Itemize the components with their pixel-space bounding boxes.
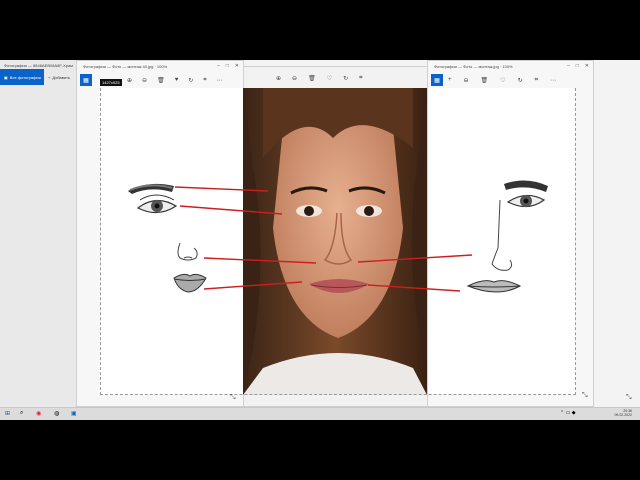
zoom-out-icon[interactable]: ⊖ [464,77,469,84]
zoom-out-icon[interactable]: ⊖ [292,75,297,82]
heart-icon[interactable]: ♡ [327,75,332,82]
tray-icons[interactable]: ⌃ ▭ ◆ [560,410,576,416]
face-features-drawing-right [428,88,576,395]
close-button[interactable]: ✕ [585,63,589,69]
window-controls-left: – □ ✕ [217,63,239,69]
lips-sketch [173,273,207,293]
portrait-photo [243,88,427,395]
zoom-in-icon[interactable]: ⊕ [127,77,132,84]
toolbar-right: + ⊖ 🗑 ♡ ↻ ⌗ ⋯ [448,73,595,87]
app-icon[interactable]: ◍ [54,410,59,417]
rotate-icon[interactable]: ↻ [343,75,348,82]
desktop-screen: Фотографии — 8548AEB08A8F-Храм ▣ Все фот… [0,60,640,420]
more-icon[interactable]: ⋯ [550,77,556,84]
chrome-icon[interactable]: ◉ [36,410,41,417]
heart-icon[interactable]: ♥ [175,77,179,83]
crop-icon[interactable]: ⌗ [203,77,206,84]
window-controls-right: – □ ✕ [567,63,589,69]
clock-date: 09.02.2022 [614,413,632,417]
photo-icon: ▣ [4,74,8,80]
eyebrow-sketch [504,180,548,192]
search-icon[interactable]: ⌕ [20,410,23,417]
photos-app-icon[interactable]: ▣ [71,410,77,417]
more-icon[interactable]: ⋯ [217,77,223,84]
selection-border-left [100,88,102,395]
image-menu-icon[interactable]: ▦ [80,74,92,86]
nose-sketch [491,199,513,271]
delete-icon[interactable]: 🗑 [308,75,316,82]
selection-border-bottom [100,394,576,396]
delete-icon[interactable]: 🗑 [481,77,489,84]
add-label: Добавить [52,74,71,80]
face-features-drawing-left [100,88,243,395]
minimize-button[interactable]: – [217,63,220,69]
maximize-button[interactable]: □ [226,63,229,69]
start-windows-icon[interactable]: ⊞ [5,410,10,417]
crop-icon[interactable]: ⌗ [535,77,538,84]
all-photos-tab[interactable]: ▣ Все фотографии [0,69,44,85]
toolbar-left: ⊕ ⊖ 🗑 ♥ ↻ ⌗ ⋯ [127,73,245,87]
rotate-icon[interactable]: ↻ [518,77,523,84]
delete-icon[interactable]: 🗑 [157,77,165,84]
all-photos-label: Все фотографии [9,74,41,80]
close-button[interactable]: ✕ [235,63,239,69]
background-app-title: Фотографии — 8548AEB08A8F-Храм [4,63,73,68]
minimize-button[interactable]: – [567,63,570,69]
window-title-right: Фотографии — Фото — монтаж.jpg · 100% [434,64,513,69]
plus-icon: + [48,74,51,80]
taskbar: ⊞ ⌕ ◉ ◍ ▣ ⌃ ▭ ◆ 20:36 09.02.2022 [0,407,640,420]
resize-handle-icon[interactable]: ⤡ [230,394,236,402]
image-menu-icon[interactable]: ▦ [431,74,443,86]
add-button[interactable]: + Добавить [48,69,70,85]
toolbar-center: ⊕ ⊖ 🗑 ♡ ↻ ⌗ [244,71,432,85]
resize-handle-icon[interactable]: ⤡ [626,394,632,402]
selection-border-right [575,88,577,395]
crop-icon[interactable]: ⌗ [359,75,362,82]
zoom-in-icon[interactable]: + [448,77,452,83]
rotate-icon[interactable]: ↻ [188,77,193,84]
maximize-button[interactable]: □ [576,63,579,69]
resize-handle-icon[interactable]: ⤡ [582,392,588,400]
image-size-badge: 1427x925 [100,79,122,86]
window-title-left: Фотографии — Фото — монтаж 40.jpg · 100% [83,64,168,69]
heart-icon[interactable]: ♡ [500,77,505,84]
zoom-in-icon[interactable]: ⊕ [276,75,281,82]
zoom-out-icon[interactable]: ⊖ [142,77,147,84]
clock[interactable]: 20:36 09.02.2022 [614,409,632,417]
